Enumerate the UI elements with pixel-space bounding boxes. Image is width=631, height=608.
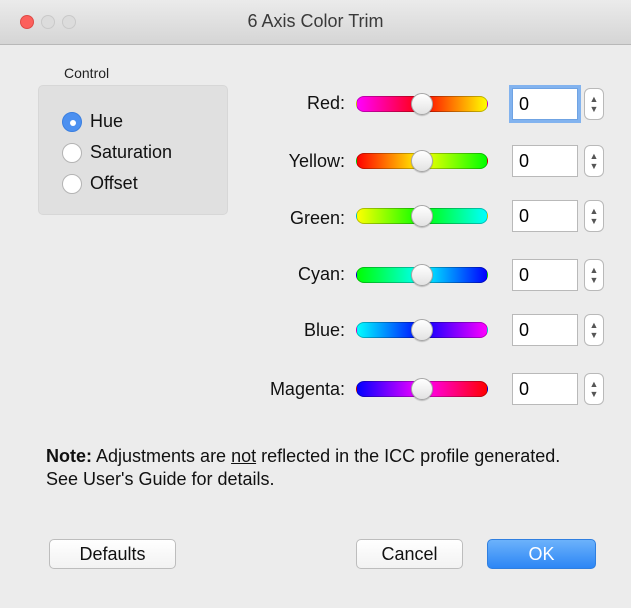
radio-option-saturation[interactable]: Saturation (62, 142, 172, 163)
color-trim-dialog: 6 Axis Color Trim Control Hue Saturation… (0, 0, 631, 608)
yellow-slider-thumb[interactable] (411, 150, 433, 172)
cyan-slider-thumb[interactable] (411, 264, 433, 286)
yellow-label: Yellow: (288, 151, 345, 171)
magenta-value-field[interactable]: 0 (512, 373, 578, 405)
yellow-stepper[interactable]: ▲ ▼ (584, 145, 604, 177)
magenta-label: Magenta: (269, 379, 345, 399)
blue-slider-thumb[interactable] (411, 319, 433, 341)
note-text-part-1: Adjustments are (92, 446, 232, 466)
control-group-label: Control (64, 65, 110, 81)
blue-value-field[interactable]: 0 (512, 314, 578, 346)
cyan-value-field[interactable]: 0 (512, 259, 578, 291)
green-label: Green: (289, 208, 345, 228)
note-text: Note: Adjustments are not reflected in t… (46, 445, 586, 491)
blue-slider-track[interactable] (356, 319, 488, 341)
note-emphasis: not (231, 446, 257, 466)
green-value-field[interactable]: 0 (512, 200, 578, 232)
magenta-slider-track[interactable] (356, 378, 488, 400)
radio-option-hue[interactable]: Hue (62, 111, 123, 132)
cyan-label: Cyan: (297, 264, 345, 284)
green-slider-thumb[interactable] (411, 205, 433, 227)
cancel-button[interactable]: Cancel (356, 539, 463, 569)
hue-radio-label: Hue (90, 111, 124, 131)
red-value-field[interactable]: 0 (512, 88, 578, 120)
offset-radio-label: Offset (90, 173, 138, 193)
window-title: 6 Axis Color Trim (247, 11, 384, 31)
green-slider-track[interactable] (356, 205, 488, 227)
red-slider-track[interactable] (356, 93, 488, 115)
red-stepper[interactable]: ▲ ▼ (584, 88, 604, 120)
yellow-value-field[interactable]: 0 (512, 145, 578, 177)
ok-button[interactable]: OK (487, 539, 596, 569)
cyan-stepper[interactable]: ▲ ▼ (584, 259, 604, 291)
title-bar: 6 Axis Color Trim (0, 0, 631, 45)
red-slider-thumb[interactable] (411, 93, 433, 115)
offset-radio-button[interactable] (62, 173, 82, 194)
note-heading: Note: (46, 446, 92, 466)
yellow-slider-track[interactable] (356, 150, 488, 172)
saturation-radio-button[interactable] (62, 142, 82, 163)
blue-label: Blue: (303, 320, 345, 340)
magenta-slider-thumb[interactable] (411, 378, 433, 400)
blue-stepper[interactable]: ▲ ▼ (584, 314, 604, 346)
defaults-button[interactable]: Defaults (49, 539, 176, 569)
saturation-radio-label: Saturation (90, 142, 173, 162)
red-label: Red: (306, 93, 345, 113)
cyan-slider-track[interactable] (356, 264, 488, 286)
hue-radio-button[interactable] (62, 111, 82, 132)
radio-option-offset[interactable]: Offset (62, 173, 138, 194)
green-stepper[interactable]: ▲ ▼ (584, 200, 604, 232)
magenta-stepper[interactable]: ▲ ▼ (584, 373, 604, 405)
